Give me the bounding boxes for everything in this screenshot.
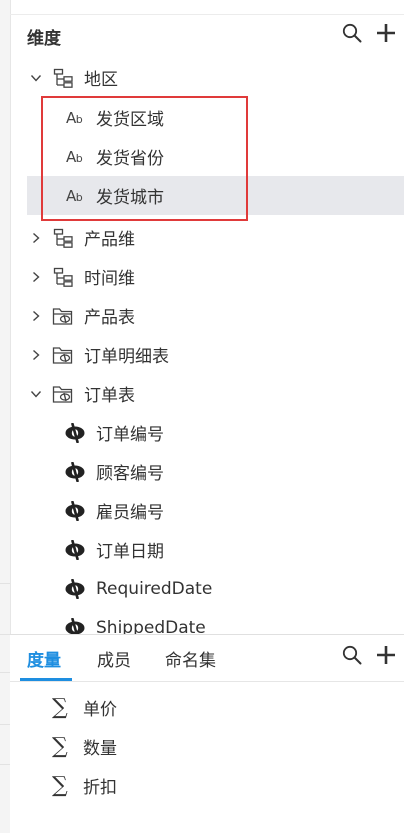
tree-field-required-date[interactable]: RequiredDate	[10, 569, 404, 608]
tree-node-order-detail-table[interactable]: 订单明细表	[10, 335, 404, 374]
measure-item-label: 折扣	[83, 778, 117, 798]
eye-field-icon	[65, 501, 85, 521]
strip-divider	[0, 672, 10, 673]
chevron-down-icon[interactable]	[30, 72, 42, 84]
tree-node-label: 产品表	[84, 308, 135, 328]
strip-divider	[0, 583, 10, 584]
tree-node-order-table[interactable]: 订单表	[10, 374, 404, 413]
chevron-right-icon[interactable]	[30, 310, 42, 322]
tree-field-label: 雇员编号	[96, 503, 164, 523]
text-field-icon: Ab	[66, 186, 83, 205]
tree-field-ship-province[interactable]: Ab 发货省份	[10, 137, 404, 176]
tab-members[interactable]: 成员	[97, 646, 131, 671]
tree-node-label: 地区	[84, 70, 118, 90]
sigma-icon: ∑	[52, 773, 68, 798]
tree-node-time-dim[interactable]: 时间维	[10, 257, 404, 296]
tree-field-ship-city[interactable]: Ab 发货城市	[27, 176, 404, 215]
plus-icon[interactable]	[376, 645, 396, 665]
eye-field-icon	[65, 462, 85, 482]
chevron-right-icon[interactable]	[30, 271, 42, 283]
table-folder-icon	[52, 386, 73, 403]
tree-field-label: 订单编号	[96, 425, 164, 445]
tree-node-label: 产品维	[84, 230, 135, 250]
strip-divider	[0, 764, 10, 765]
measure-item-label: 单价	[83, 700, 117, 720]
panel-top-border	[10, 14, 404, 15]
tree-field-order-id[interactable]: 订单编号	[10, 413, 404, 452]
tree-field-customer-id[interactable]: 顾客编号	[10, 452, 404, 491]
measure-item-label: 数量	[83, 739, 117, 759]
strip-divider	[0, 634, 10, 635]
tree-node-label: 订单表	[84, 386, 135, 406]
tree-node-label: 时间维	[84, 269, 135, 289]
measure-panel: 度量 成员 命名集 ∑ 单价 ∑ 数量 ∑ 折扣	[10, 634, 404, 834]
hierarchy-icon	[53, 228, 73, 248]
table-folder-icon	[52, 308, 73, 325]
eye-field-icon	[65, 540, 85, 560]
plus-icon[interactable]	[376, 23, 396, 43]
eye-field-icon	[65, 423, 85, 443]
chevron-right-icon[interactable]	[30, 349, 42, 361]
tree-node-region[interactable]: 地区	[10, 58, 404, 97]
tree-field-ship-region[interactable]: Ab 发货区域	[10, 98, 404, 137]
tree-field-label: 发货城市	[96, 188, 164, 208]
tree-field-label: RequiredDate	[96, 578, 213, 599]
text-field-icon: Ab	[66, 108, 83, 127]
sigma-icon: ∑	[52, 734, 68, 759]
chevron-right-icon[interactable]	[30, 232, 42, 244]
eye-field-icon	[65, 579, 85, 599]
sigma-icon: ∑	[52, 695, 68, 720]
search-icon[interactable]	[342, 645, 362, 665]
search-icon[interactable]	[342, 23, 362, 43]
measure-item-discount[interactable]: ∑ 折扣	[10, 766, 404, 805]
tree-field-label: 顾客编号	[96, 464, 164, 484]
hierarchy-icon	[53, 267, 73, 287]
active-tab-indicator	[20, 678, 72, 681]
chevron-down-icon[interactable]	[30, 388, 42, 400]
measure-item-unit-price[interactable]: ∑ 单价	[10, 688, 404, 727]
hierarchy-icon	[53, 68, 73, 88]
tree-field-employee-id[interactable]: 雇员编号	[10, 491, 404, 530]
tree-node-product-table[interactable]: 产品表	[10, 296, 404, 335]
tree-field-order-date[interactable]: 订单日期	[10, 530, 404, 569]
eye-field-icon	[65, 618, 85, 634]
tree-field-shipped-date[interactable]: ShippedDate	[10, 608, 404, 634]
tree-node-product-dim[interactable]: 产品维	[10, 218, 404, 257]
tab-measures[interactable]: 度量	[27, 646, 61, 671]
measure-item-quantity[interactable]: ∑ 数量	[10, 727, 404, 766]
tree-node-label: 订单明细表	[84, 347, 169, 367]
tab-named-sets[interactable]: 命名集	[165, 646, 216, 671]
tree-field-label: 订单日期	[96, 542, 164, 562]
strip-divider	[0, 724, 10, 725]
tree-field-label: 发货省份	[96, 149, 164, 169]
text-field-icon: Ab	[66, 147, 83, 166]
panel-title: 维度	[27, 29, 61, 49]
tree-field-label: 发货区域	[96, 110, 164, 130]
tree-field-label: ShippedDate	[96, 617, 206, 635]
measure-tab-bar: 度量 成员 命名集	[10, 635, 404, 682]
dimension-panel: 维度 地区 Ab 发货区域 Ab 发货省份 Ab 发货城市 产品维 时间维 产品…	[10, 0, 404, 634]
table-folder-icon	[52, 347, 73, 364]
